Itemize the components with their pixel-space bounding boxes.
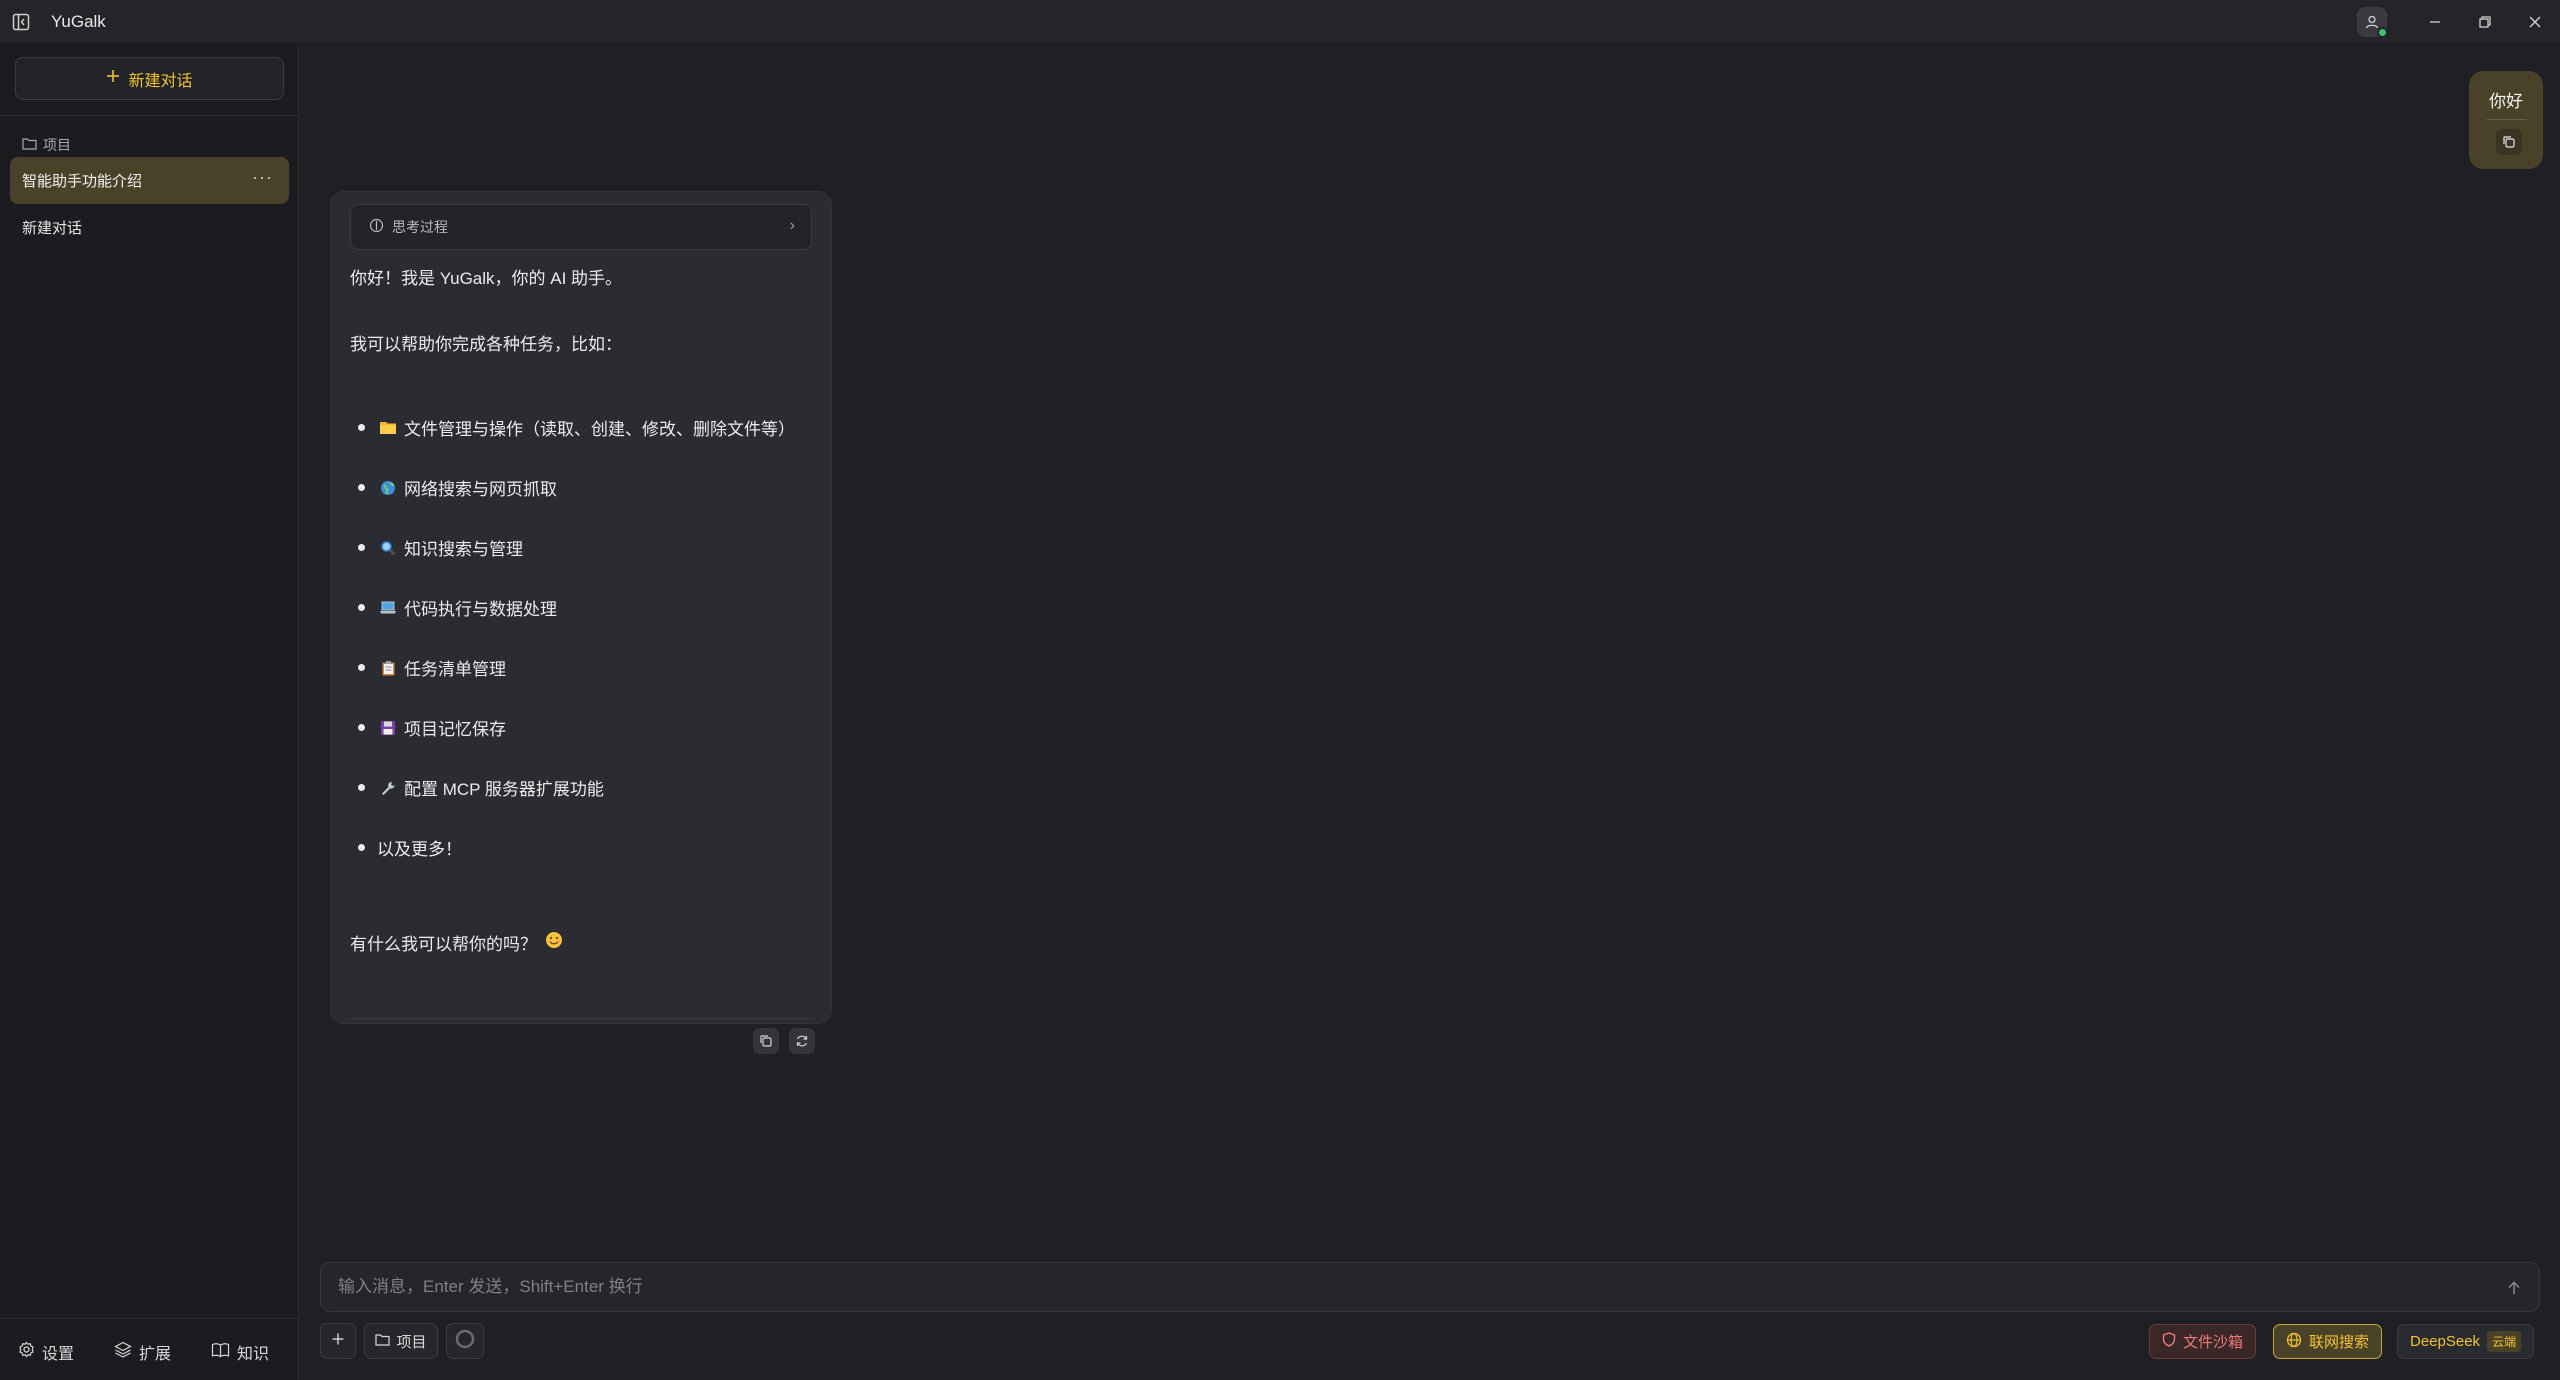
new-chat-label: 新建对话: [128, 72, 193, 90]
layers-icon: [114, 1341, 132, 1363]
thinking-process-toggle[interactable]: 思考过程 ›: [350, 204, 812, 250]
user-status-icon[interactable]: [2357, 7, 2388, 38]
list-item: 配置 MCP 服务器扩展功能: [358, 775, 604, 800]
plus-icon: [106, 69, 120, 88]
shield-icon: [2162, 1332, 2176, 1351]
chevron-right-icon: ›: [789, 217, 795, 234]
model-name: DeepSeek: [2410, 1333, 2481, 1350]
chat-area: 你好 思考过程 › 你好！我是 YuGalk，你的 AI 助手。 我可以帮助你完…: [300, 44, 2560, 1380]
title-bar: YuGalk: [0, 0, 2560, 44]
projects-label: 项目: [43, 137, 71, 153]
floppy-disk-icon: [377, 718, 399, 738]
user-message-bubble: 你好: [2469, 71, 2543, 169]
conversation-item[interactable]: 新建对话: [22, 217, 82, 238]
list-item: 任务清单管理: [358, 655, 506, 680]
knowledge-label: 知识: [237, 1346, 270, 1363]
assistant-intro: 你好！我是 YuGalk，你的 AI 助手。: [350, 269, 623, 288]
settings-button[interactable]: 设置: [18, 1340, 74, 1364]
model-tag-badge: 云端: [2487, 1331, 2522, 1352]
assistant-closing: 有什么我可以帮你的吗？: [350, 930, 563, 955]
projects-section[interactable]: 项目: [22, 135, 71, 155]
circle-icon: [455, 1329, 475, 1353]
clipboard-icon: [377, 658, 399, 678]
conversation-title: 智能助手功能介绍: [22, 173, 143, 190]
folder-icon: [377, 418, 399, 438]
regenerate-icon[interactable]: [789, 1028, 815, 1054]
knowledge-button[interactable]: 知识: [211, 1340, 269, 1364]
copy-icon[interactable]: [753, 1028, 779, 1054]
list-item: 代码执行与数据处理: [358, 595, 557, 620]
assistant-lead: 我可以帮助你完成各种任务，比如：: [350, 335, 622, 354]
magnifier-icon: [377, 538, 399, 558]
new-chat-button[interactable]: 新建对话: [15, 57, 284, 100]
plus-icon: [331, 1332, 345, 1350]
circle-toggle-button[interactable]: [446, 1323, 484, 1359]
settings-label: 设置: [42, 1346, 75, 1363]
extensions-label: 扩展: [139, 1346, 172, 1363]
message-input[interactable]: [338, 1277, 2458, 1297]
smile-emoji-icon: [545, 931, 563, 954]
conversation-item-active[interactable]: 智能助手功能介绍 ···: [10, 157, 289, 204]
file-sandbox-toggle[interactable]: 文件沙箱: [2149, 1324, 2257, 1359]
send-arrow-icon[interactable]: [2501, 1275, 2527, 1301]
divider: [350, 1018, 814, 1019]
user-message-text: 你好: [2489, 92, 2523, 111]
more-options-icon[interactable]: ···: [252, 167, 273, 188]
web-search-label: 联网搜索: [2309, 1334, 2370, 1351]
wrench-icon: [377, 778, 399, 798]
minimize-button[interactable]: [2410, 0, 2460, 44]
project-button[interactable]: 项目: [364, 1323, 438, 1359]
extensions-button[interactable]: 扩展: [114, 1340, 171, 1364]
folder-icon: [22, 137, 37, 153]
list-item: 知识搜索与管理: [358, 535, 523, 560]
copy-icon[interactable]: [2496, 129, 2522, 155]
brain-icon: [369, 218, 384, 236]
message-input-box: [320, 1262, 2540, 1312]
list-item: 项目记忆保存: [358, 715, 506, 740]
online-dot: [2377, 27, 2388, 38]
divider: [0, 1318, 299, 1319]
restore-button[interactable]: [2460, 0, 2510, 44]
divider: [2487, 119, 2527, 120]
model-selector[interactable]: DeepSeek 云端: [2397, 1324, 2535, 1359]
globe-icon: [2286, 1332, 2302, 1352]
gear-icon: [18, 1341, 35, 1363]
toggle-sidebar-icon[interactable]: [11, 12, 31, 32]
attach-plus-button[interactable]: [320, 1323, 356, 1359]
close-button[interactable]: [2510, 0, 2560, 44]
globe-icon: [377, 478, 399, 498]
laptop-icon: [377, 598, 399, 618]
app-title: YuGalk: [51, 11, 106, 31]
folder-icon: [375, 1333, 391, 1350]
divider: [0, 115, 299, 116]
file-sandbox-label: 文件沙箱: [2183, 1334, 2244, 1351]
sidebar: 新建对话 项目 智能助手功能介绍 ··· 新建对话 设置 扩展 知识: [0, 44, 299, 1380]
list-item: 文件管理与操作（读取、创建、修改、删除文件等）: [358, 415, 795, 440]
assistant-message-card: 思考过程 › 你好！我是 YuGalk，你的 AI 助手。 我可以帮助你完成各种…: [330, 191, 832, 1054]
project-label: 项目: [396, 1333, 427, 1351]
list-item: 网络搜索与网页抓取: [358, 475, 557, 500]
thinking-label: 思考过程: [392, 219, 448, 235]
web-search-toggle[interactable]: 联网搜索: [2273, 1324, 2383, 1359]
book-icon: [211, 1342, 230, 1363]
list-item: 以及更多！: [358, 835, 462, 860]
